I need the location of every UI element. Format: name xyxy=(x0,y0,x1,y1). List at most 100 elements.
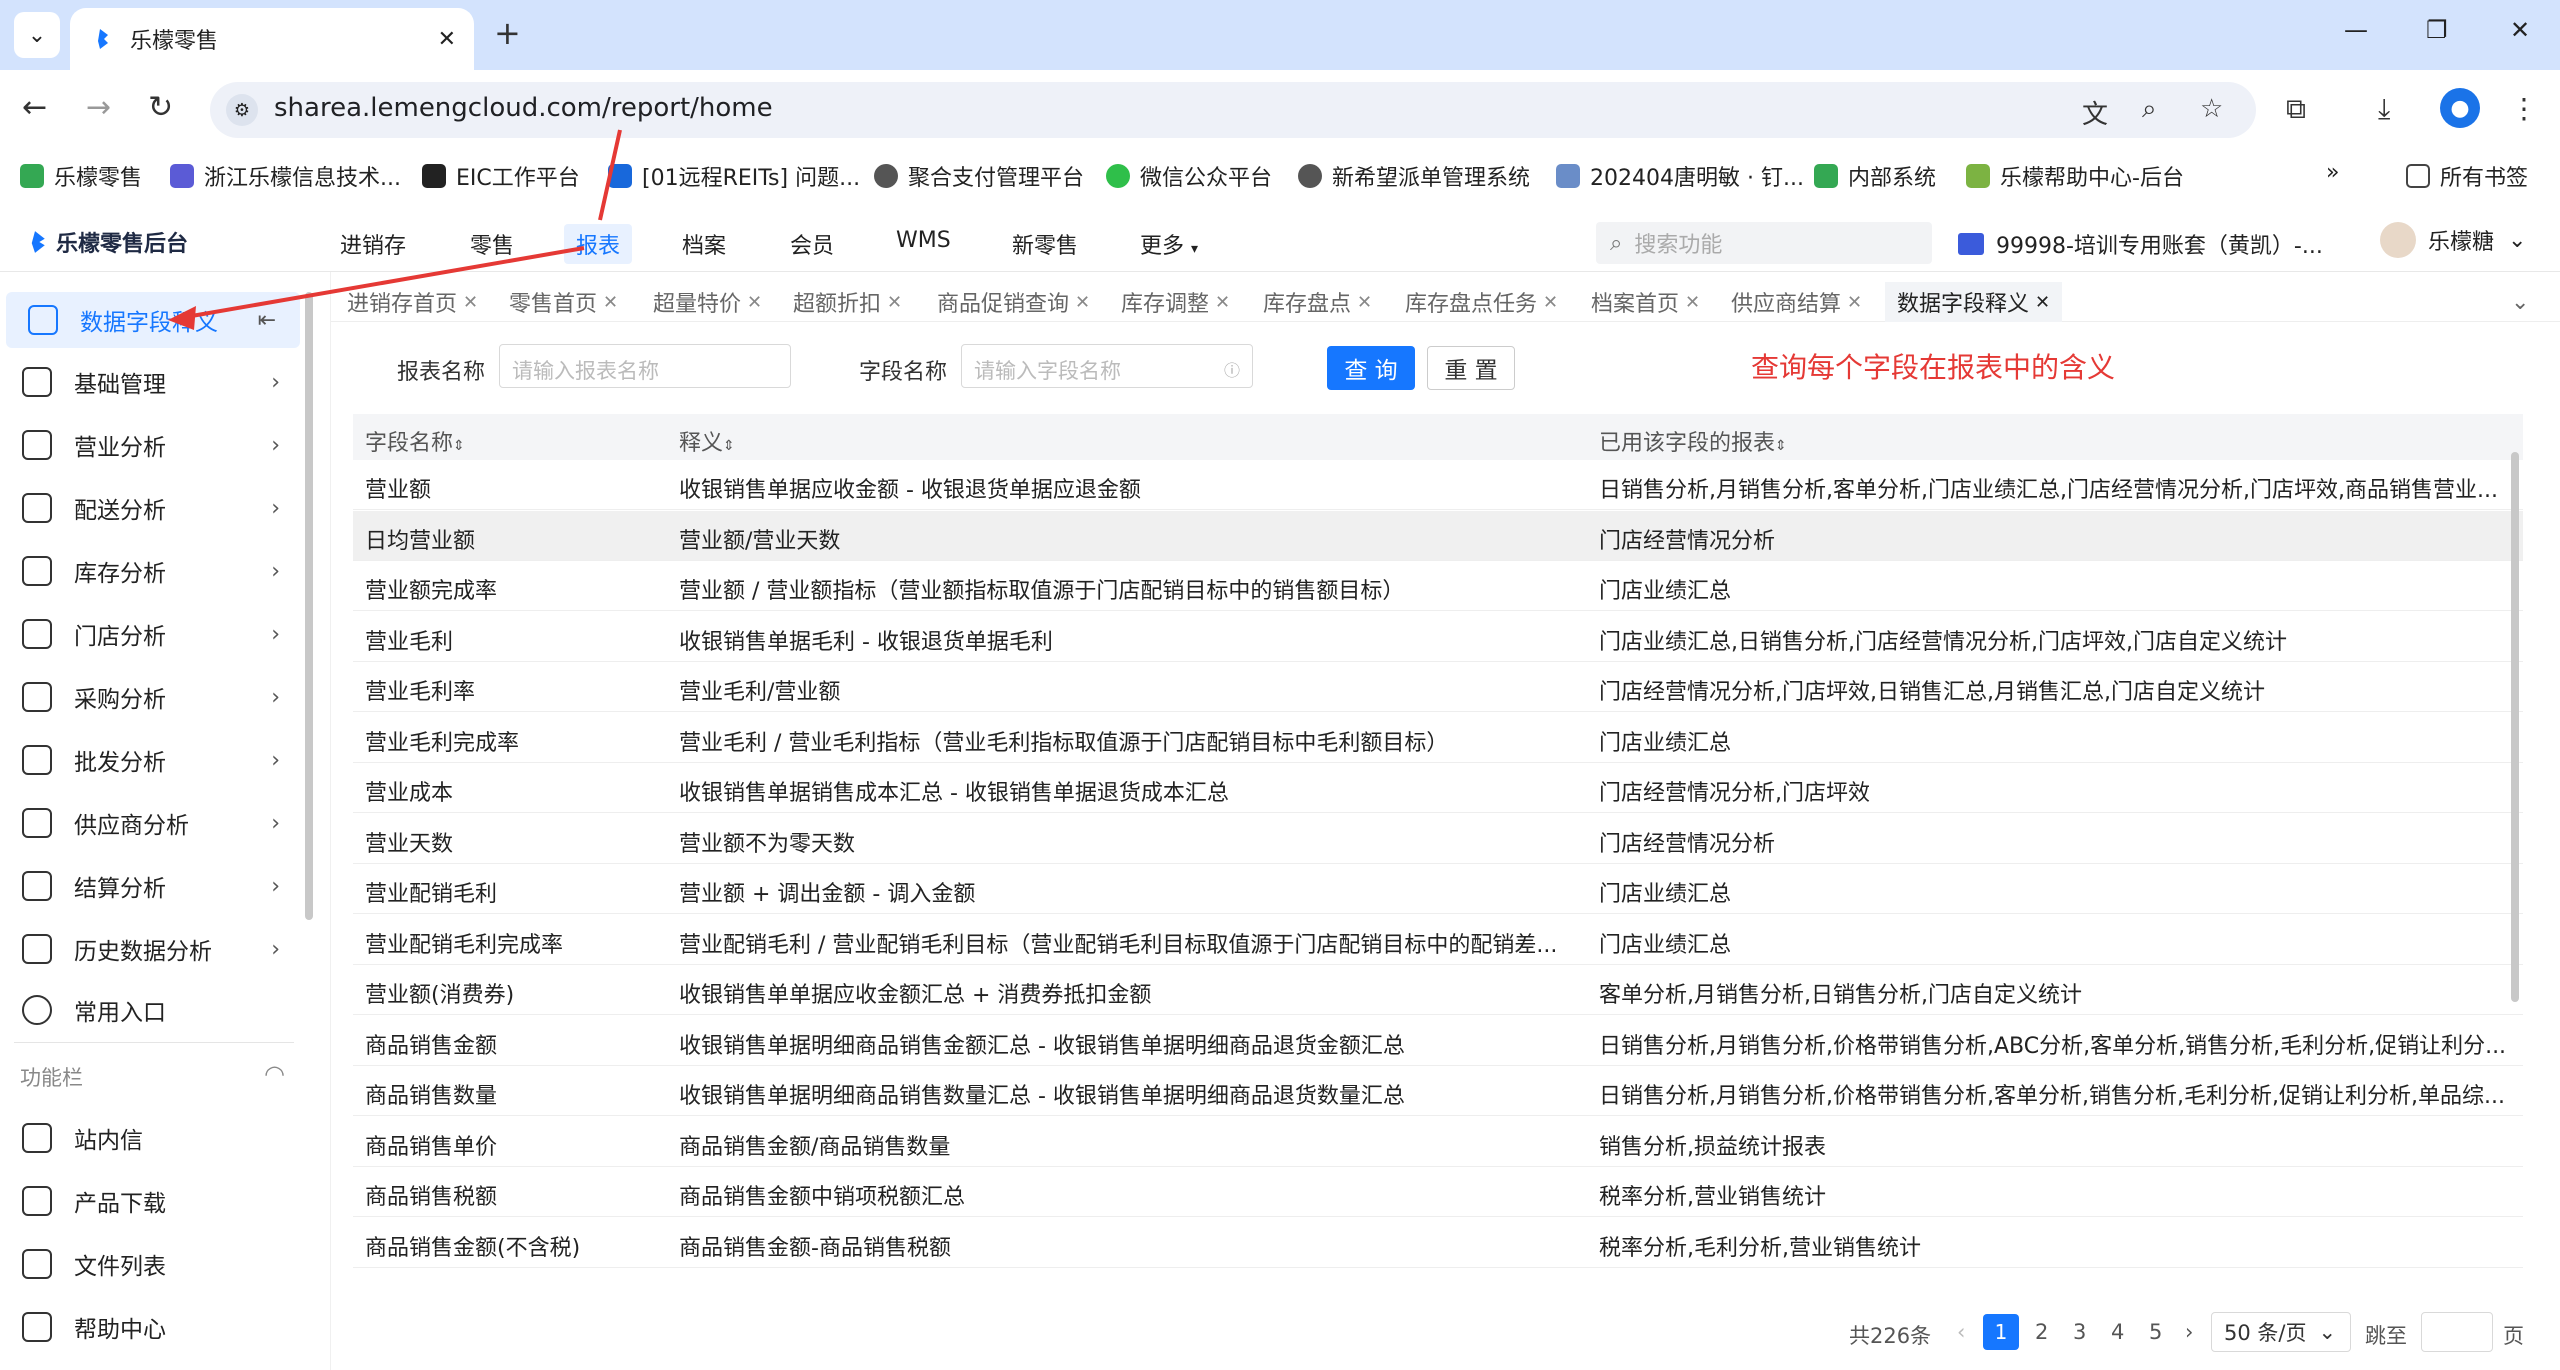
table-row[interactable]: 营业毛利 收银销售单据毛利 - 收银退货单据毛利 门店业绩汇总,日销售分析,门店经营… xyxy=(353,612,2523,662)
sidebar-item-inventory[interactable]: 库存分析 › xyxy=(0,543,304,599)
bookmark-item[interactable]: 乐檬零售 xyxy=(20,160,142,192)
page-tab-active[interactable]: 数据字段释义 ✕ xyxy=(1885,282,2063,322)
collapse-icon[interactable]: ⇤ xyxy=(258,308,276,333)
close-icon[interactable]: ✕ xyxy=(887,292,902,313)
account-selector[interactable]: 99998-培训专用账套（黄凯）-... xyxy=(1958,228,2323,260)
page-tab[interactable]: 进销存首页 ✕ xyxy=(347,282,478,322)
close-icon[interactable]: ✕ xyxy=(1847,292,1862,313)
sidebar-item-delivery[interactable]: 配送分析 › xyxy=(0,480,304,536)
next-page-icon[interactable]: › xyxy=(2185,1320,2193,1344)
url-text[interactable]: sharea.lemengcloud.com/report/home xyxy=(274,93,773,123)
browser-tab[interactable]: 乐檬零售 ✕ xyxy=(70,8,474,70)
minimize-icon[interactable]: — xyxy=(2344,16,2368,44)
nav-more[interactable]: 更多 ▾ xyxy=(1140,228,1198,260)
close-icon[interactable]: ✕ xyxy=(1357,292,1372,313)
site-info-icon[interactable]: ⚙ xyxy=(226,94,258,126)
query-button[interactable]: 查 询 xyxy=(1327,346,1415,390)
restore-icon[interactable]: ❐ xyxy=(2426,16,2448,44)
zoom-icon[interactable]: ⌕ xyxy=(2142,94,2157,125)
table-row[interactable]: 营业配销毛利 营业额 + 调出金额 - 调入金额 门店业绩汇总 xyxy=(353,864,2523,914)
bookmarks-overflow-icon[interactable]: » xyxy=(2326,160,2339,185)
nav-huiyuan[interactable]: 会员 xyxy=(790,228,834,260)
sidebar-tool-mail[interactable]: 站内信 xyxy=(0,1110,304,1166)
sidebar-item-store[interactable]: 门店分析 › xyxy=(0,606,304,662)
sidebar-item-data-field[interactable]: 数据字段释义 ⇤ xyxy=(6,292,300,348)
nav-jinxiaocun[interactable]: 进销存 xyxy=(340,228,406,260)
close-icon[interactable]: ✕ xyxy=(1215,292,1230,313)
nav-lingshou[interactable]: 零售 xyxy=(470,228,514,260)
close-tab-icon[interactable]: ✕ xyxy=(438,27,456,52)
page-5[interactable]: 5 xyxy=(2149,1320,2162,1344)
table-row[interactable]: 营业毛利率 营业毛利/营业额 门店经营情况分析,门店坪效,日销售汇总,月销售汇总,门… xyxy=(353,662,2523,712)
menu-icon[interactable]: ⋮ xyxy=(2510,92,2538,125)
bookmark-item[interactable]: 202404唐明敏 · 钉... xyxy=(1556,160,1804,192)
sidebar-item-business[interactable]: 营业分析 › xyxy=(0,417,304,473)
nav-wms[interactable]: WMS xyxy=(896,228,951,253)
close-icon[interactable]: ✕ xyxy=(1075,292,1090,313)
bookmark-item[interactable]: 聚合支付管理平台 xyxy=(874,160,1084,192)
table-row[interactable]: 商品销售金额(不含税) 商品销售金额-商品销售税额 税率分析,毛利分析,营业销售统计 xyxy=(353,1218,2523,1268)
sidebar-tool-files[interactable]: 文件列表 xyxy=(0,1236,304,1292)
bookmark-item[interactable]: 浙江乐檬信息技术... xyxy=(170,160,401,192)
sidebar-item-purchase[interactable]: 采购分析 › xyxy=(0,669,304,725)
sidebar-item-supplier[interactable]: 供应商分析 › xyxy=(0,795,304,851)
nav-baobiao[interactable]: 报表 xyxy=(564,224,633,264)
page-tab[interactable]: 库存盘点任务 ✕ xyxy=(1405,282,1558,322)
nav-xinlingshou[interactable]: 新零售 xyxy=(1012,228,1078,260)
page-tab[interactable]: 商品促销查询 ✕ xyxy=(937,282,1090,322)
close-window-icon[interactable]: ✕ xyxy=(2510,16,2530,44)
table-row[interactable]: 营业额完成率 营业额 / 营业额指标（营业额指标取值源于门店配销目标中的销售额目标… xyxy=(353,561,2523,611)
page-tab[interactable]: 库存调整 ✕ xyxy=(1121,282,1230,322)
page-4[interactable]: 4 xyxy=(2111,1320,2124,1344)
tab-search-button[interactable]: ⌄ xyxy=(14,12,60,58)
close-icon[interactable]: ✕ xyxy=(747,292,762,313)
page-tab[interactable]: 库存盘点 ✕ xyxy=(1263,282,1372,322)
prev-page-icon[interactable]: ‹ xyxy=(1957,1320,1965,1344)
close-icon[interactable]: ✕ xyxy=(2035,292,2050,313)
user-menu[interactable]: 乐檬糖 ⌄ xyxy=(2380,222,2526,258)
back-icon[interactable]: ← xyxy=(22,90,47,125)
reload-icon[interactable]: ↻ xyxy=(148,90,173,125)
page-tab[interactable]: 零售首页 ✕ xyxy=(509,282,618,322)
table-row[interactable]: 营业额(消费券) 收银销售单单据应收金额汇总 + 消费券抵扣金额 客单分析,月销售分… xyxy=(353,965,2523,1015)
page-size-select[interactable]: 50 条/页 ⌄ xyxy=(2211,1312,2351,1352)
table-row[interactable]: 日均营业额 营业额/营业天数 门店经营情况分析 xyxy=(353,510,2523,561)
table-row[interactable]: 营业额 收银销售单据应收金额 - 收银退货单据应退金额 日销售分析,月销售分析,客单… xyxy=(353,460,2523,510)
page-3[interactable]: 3 xyxy=(2073,1320,2086,1344)
jump-input[interactable] xyxy=(2421,1312,2493,1352)
page-tab[interactable]: 供应商结算 ✕ xyxy=(1731,282,1862,322)
table-row[interactable]: 营业成本 收银销售单据销售成本汇总 - 收银销售单据退货成本汇总 门店经营情况分析,… xyxy=(353,763,2523,813)
bookmark-item[interactable]: 内部系统 xyxy=(1814,160,1936,192)
sidebar-item-favorites[interactable]: 常用入口 xyxy=(0,982,304,1038)
table-row[interactable]: 营业配销毛利完成率 营业配销毛利 / 营业配销毛利目标（营业配销毛利目标取值源于门… xyxy=(353,915,2523,965)
app-logo[interactable]: 乐檬零售后台 xyxy=(22,226,188,258)
download-icon[interactable]: ⤓ xyxy=(2378,92,2390,126)
table-row[interactable]: 商品销售单价 商品销售金额/商品销售数量 销售分析,损益统计报表 xyxy=(353,1117,2523,1167)
sidebar-tool-help[interactable]: 帮助中心 xyxy=(0,1299,304,1355)
table-row[interactable]: 商品销售金额 收银销售单据明细商品销售金额汇总 - 收银销售单据明细商品退货金额汇… xyxy=(353,1016,2523,1066)
page-tab[interactable]: 超额折扣 ✕ xyxy=(793,282,902,322)
close-icon[interactable]: ✕ xyxy=(463,292,478,313)
column-header[interactable]: 释义⇕ xyxy=(679,425,735,457)
bookmark-item[interactable]: 微信公众平台 xyxy=(1106,160,1272,192)
star-icon[interactable]: ☆ xyxy=(2200,94,2223,124)
report-name-input[interactable]: 请输入报表名称 xyxy=(499,344,791,388)
table-row[interactable]: 营业天数 营业额不为零天数 门店经营情况分析 xyxy=(353,814,2523,864)
bookmark-item[interactable]: 乐檬帮助中心-后台 xyxy=(1966,160,2184,192)
field-name-input[interactable]: 请输入字段名称 ⓘ xyxy=(961,344,1253,388)
reset-button[interactable]: 重 置 xyxy=(1427,346,1515,390)
sidebar-item-wholesale[interactable]: 批发分析 › xyxy=(0,732,304,788)
translate-icon[interactable]: 文 xyxy=(2082,94,2108,131)
sidebar-scrollbar[interactable] xyxy=(305,292,313,920)
headset-icon[interactable]: ◠ xyxy=(264,1060,285,1088)
column-header[interactable]: 已用该字段的报表⇕ xyxy=(1599,425,1787,457)
sidebar-item-settlement[interactable]: 结算分析 › xyxy=(0,858,304,914)
sidebar-item-history[interactable]: 历史数据分析 › xyxy=(0,921,304,977)
page-tab[interactable]: 超量特价 ✕ xyxy=(653,282,762,322)
table-scrollbar[interactable] xyxy=(2511,452,2519,1002)
bookmark-item[interactable]: 新希望派单管理系统 xyxy=(1298,160,1530,192)
page-2[interactable]: 2 xyxy=(2035,1320,2048,1344)
bookmark-item[interactable]: EIC工作平台 xyxy=(422,160,580,192)
close-icon[interactable]: ✕ xyxy=(603,292,618,313)
table-row[interactable]: 商品销售税额 商品销售金额中销项税额汇总 税率分析,营业销售统计 xyxy=(353,1167,2523,1217)
